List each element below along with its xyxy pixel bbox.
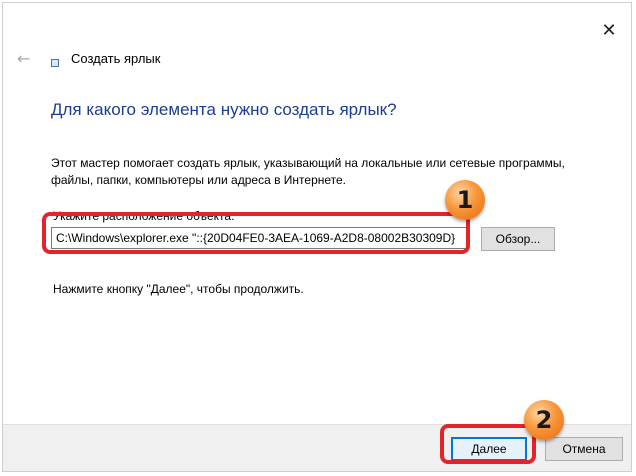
browse-button[interactable]: Обзор... — [481, 227, 555, 251]
location-label: Укажите расположение объекта: — [53, 209, 235, 223]
continue-hint: Нажмите кнопку "Далее", чтобы продолжить… — [53, 282, 304, 296]
close-icon[interactable]: ✕ — [597, 19, 621, 43]
step-1-badge: 1 — [445, 180, 485, 220]
location-input[interactable] — [51, 227, 467, 249]
shortcut-wizard-icon — [51, 59, 59, 67]
wizard-title: Создать ярлык — [71, 51, 161, 66]
title-bar: ✕ — [3, 3, 631, 49]
next-button[interactable]: Далее — [451, 437, 527, 461]
step-2-badge: 2 — [524, 400, 564, 440]
back-arrow-icon[interactable]: ← — [17, 49, 37, 69]
cancel-button[interactable]: Отмена — [545, 437, 623, 461]
page-heading: Для какого элемента нужно создать ярлык? — [51, 100, 397, 119]
wizard-description: Этот мастер помогает создать ярлык, указ… — [51, 156, 565, 187]
wizard-header: ← Создать ярлык — [17, 49, 417, 73]
